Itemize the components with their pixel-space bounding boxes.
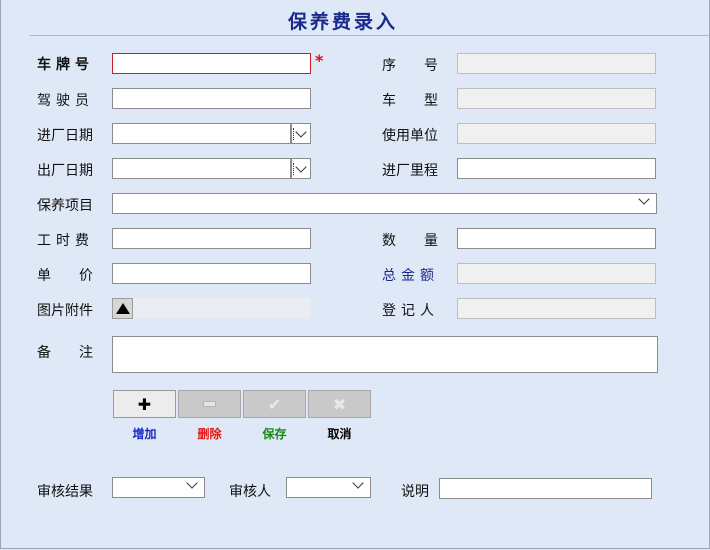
attachment-label: 图片附件 bbox=[37, 303, 93, 319]
total-amount-label: 总金额 bbox=[382, 268, 439, 284]
page-title: 保养费录入 bbox=[288, 11, 399, 33]
unit-price-label: 单价 bbox=[37, 268, 121, 284]
vehicle-model-input bbox=[457, 88, 656, 109]
attachment-field bbox=[112, 298, 311, 319]
upload-triangle-icon bbox=[115, 303, 130, 314]
seq-input bbox=[457, 53, 656, 74]
required-star: * bbox=[315, 51, 324, 70]
entry-mileage-input[interactable] bbox=[457, 158, 656, 179]
entry-date-label: 进厂日期 bbox=[37, 128, 93, 144]
labor-cost-input[interactable] bbox=[112, 228, 311, 249]
exit-date-label: 出厂日期 bbox=[37, 163, 93, 179]
user-unit-input bbox=[457, 123, 656, 144]
chevron-down-icon bbox=[352, 477, 364, 489]
note-label: 说明 bbox=[401, 484, 429, 500]
exit-date-dropdown-button[interactable] bbox=[291, 158, 311, 179]
add-button[interactable]: ✚ bbox=[113, 390, 176, 418]
quantity-input[interactable] bbox=[457, 228, 656, 249]
entry-mileage-label: 进厂里程 bbox=[382, 163, 438, 179]
review-result-select[interactable] bbox=[112, 477, 205, 498]
driver-input[interactable] bbox=[112, 88, 311, 109]
x-icon: ✖ bbox=[332, 394, 347, 414]
remark-label: 备注 bbox=[37, 345, 121, 361]
plate-input[interactable] bbox=[112, 53, 311, 74]
driver-label: 驾驶员 bbox=[37, 93, 94, 109]
entry-date-dropdown-button[interactable] bbox=[291, 123, 311, 144]
chevron-down-icon bbox=[186, 477, 198, 489]
note-input[interactable] bbox=[439, 478, 652, 499]
maintenance-item-select[interactable] bbox=[112, 193, 657, 214]
vehicle-model-label: 车型 bbox=[382, 93, 466, 109]
unit-price-input[interactable] bbox=[112, 263, 311, 284]
cancel-label[interactable]: 取消 bbox=[308, 425, 371, 442]
recorder-input bbox=[457, 298, 656, 319]
total-amount-input bbox=[457, 263, 656, 284]
exit-date-input[interactable] bbox=[112, 158, 291, 179]
seq-label: 序号 bbox=[382, 58, 466, 74]
quantity-label: 数量 bbox=[382, 233, 466, 249]
plate-label: 车牌号 bbox=[37, 57, 94, 73]
review-result-label: 审核结果 bbox=[37, 484, 93, 500]
cancel-button[interactable]: ✖ bbox=[308, 390, 371, 418]
chevron-down-icon bbox=[295, 125, 307, 138]
labor-cost-label: 工时费 bbox=[37, 233, 94, 249]
reviewer-label: 审核人 bbox=[229, 484, 271, 500]
delete-label[interactable]: 删除 bbox=[178, 425, 241, 442]
remark-textarea[interactable] bbox=[112, 336, 658, 373]
entry-date-input[interactable] bbox=[112, 123, 291, 144]
recorder-label: 登记人 bbox=[382, 303, 439, 319]
plus-icon: ✚ bbox=[137, 394, 152, 414]
save-label[interactable]: 保存 bbox=[243, 425, 306, 442]
check-icon: ✔ bbox=[267, 394, 282, 414]
chevron-down-icon bbox=[638, 193, 650, 205]
upload-button[interactable] bbox=[112, 298, 133, 319]
add-label[interactable]: 增加 bbox=[113, 425, 176, 442]
save-button[interactable]: ✔ bbox=[243, 390, 306, 418]
maintenance-item-label: 保养项目 bbox=[37, 198, 93, 214]
reviewer-select[interactable] bbox=[286, 477, 371, 498]
delete-button[interactable] bbox=[178, 390, 241, 418]
title-divider bbox=[30, 35, 710, 36]
user-unit-label: 使用单位 bbox=[382, 128, 438, 144]
minus-icon bbox=[203, 401, 216, 407]
chevron-down-icon bbox=[295, 160, 307, 173]
